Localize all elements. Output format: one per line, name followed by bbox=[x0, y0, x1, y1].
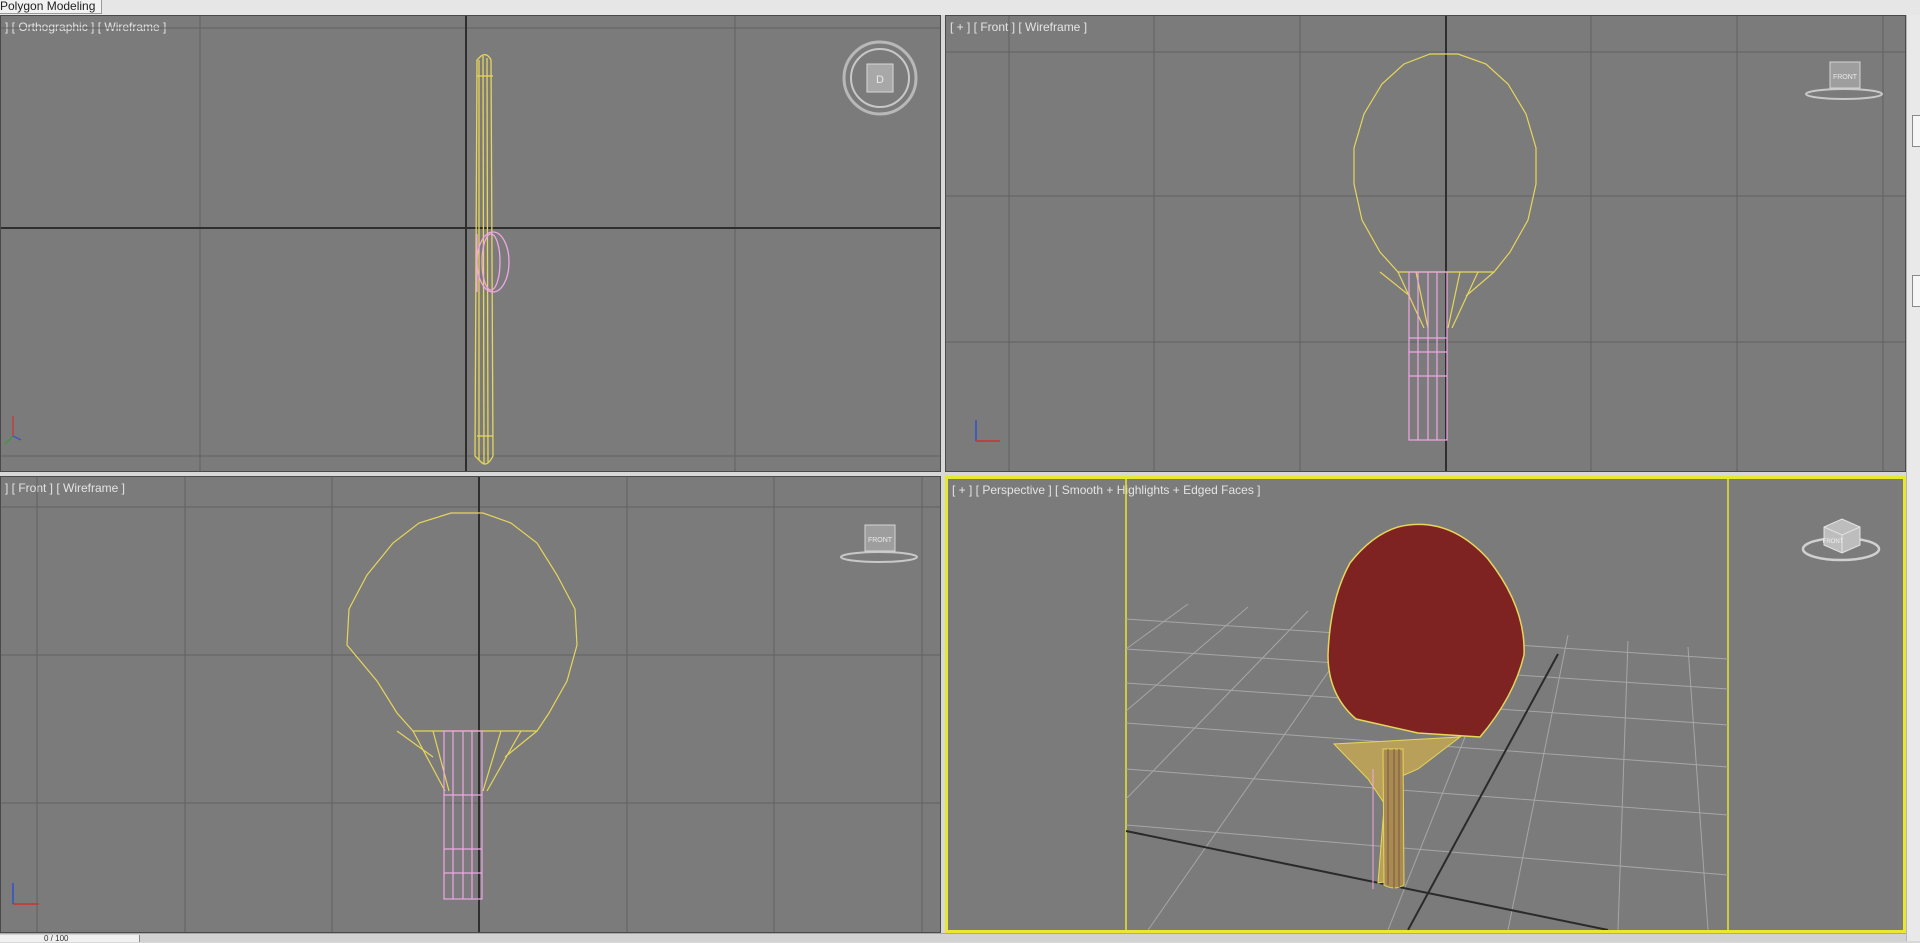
svg-text:FRONT: FRONT bbox=[1823, 539, 1844, 545]
viewport-perspective[interactable]: [ + ] [ Perspective ] [ Smooth + Highlig… bbox=[945, 476, 1906, 933]
axis-gizmo bbox=[975, 420, 1000, 442]
handle-side-wireframe bbox=[476, 231, 510, 293]
viewport-front-top[interactable]: [ + ] [ Front ] [ Wireframe ] FRONT bbox=[945, 15, 1906, 472]
viewcube-front[interactable]: FRONT bbox=[840, 524, 918, 563]
handle-front-wireframe bbox=[1408, 271, 1448, 441]
viewport-scene: FRONT bbox=[1125, 479, 1881, 930]
viewport-front-bottom[interactable]: ] [ Front ] [ Wireframe ] FRONT bbox=[0, 476, 941, 933]
handle-front-wireframe bbox=[443, 730, 483, 900]
axis-gizmo bbox=[4, 416, 22, 445]
command-panel-edge[interactable] bbox=[1906, 15, 1920, 941]
ribbon-strip bbox=[0, 0, 1920, 15]
ribbon-tab-polygon-modeling[interactable]: Polygon Modeling bbox=[0, 0, 103, 14]
viewcube-perspective[interactable]: FRONT bbox=[1801, 518, 1881, 562]
viewport-orthographic[interactable]: ] [ Orthographic ] [ Wireframe ] D bbox=[0, 15, 941, 472]
svg-text:FRONT: FRONT bbox=[1833, 74, 1858, 81]
viewport-scene: FRONT bbox=[946, 16, 1905, 471]
axis-gizmo bbox=[12, 883, 39, 905]
panel-handle[interactable] bbox=[1912, 115, 1920, 147]
viewcube-front[interactable]: FRONT bbox=[1805, 61, 1883, 100]
viewport-scene: D bbox=[1, 16, 940, 471]
viewport-scene: FRONT bbox=[1, 477, 940, 932]
viewcube-compass[interactable]: D bbox=[842, 40, 918, 116]
panel-handle[interactable] bbox=[1912, 275, 1920, 307]
paddle-front-wireframe bbox=[346, 512, 578, 792]
svg-text:D: D bbox=[876, 74, 884, 86]
svg-text:FRONT: FRONT bbox=[868, 537, 893, 544]
